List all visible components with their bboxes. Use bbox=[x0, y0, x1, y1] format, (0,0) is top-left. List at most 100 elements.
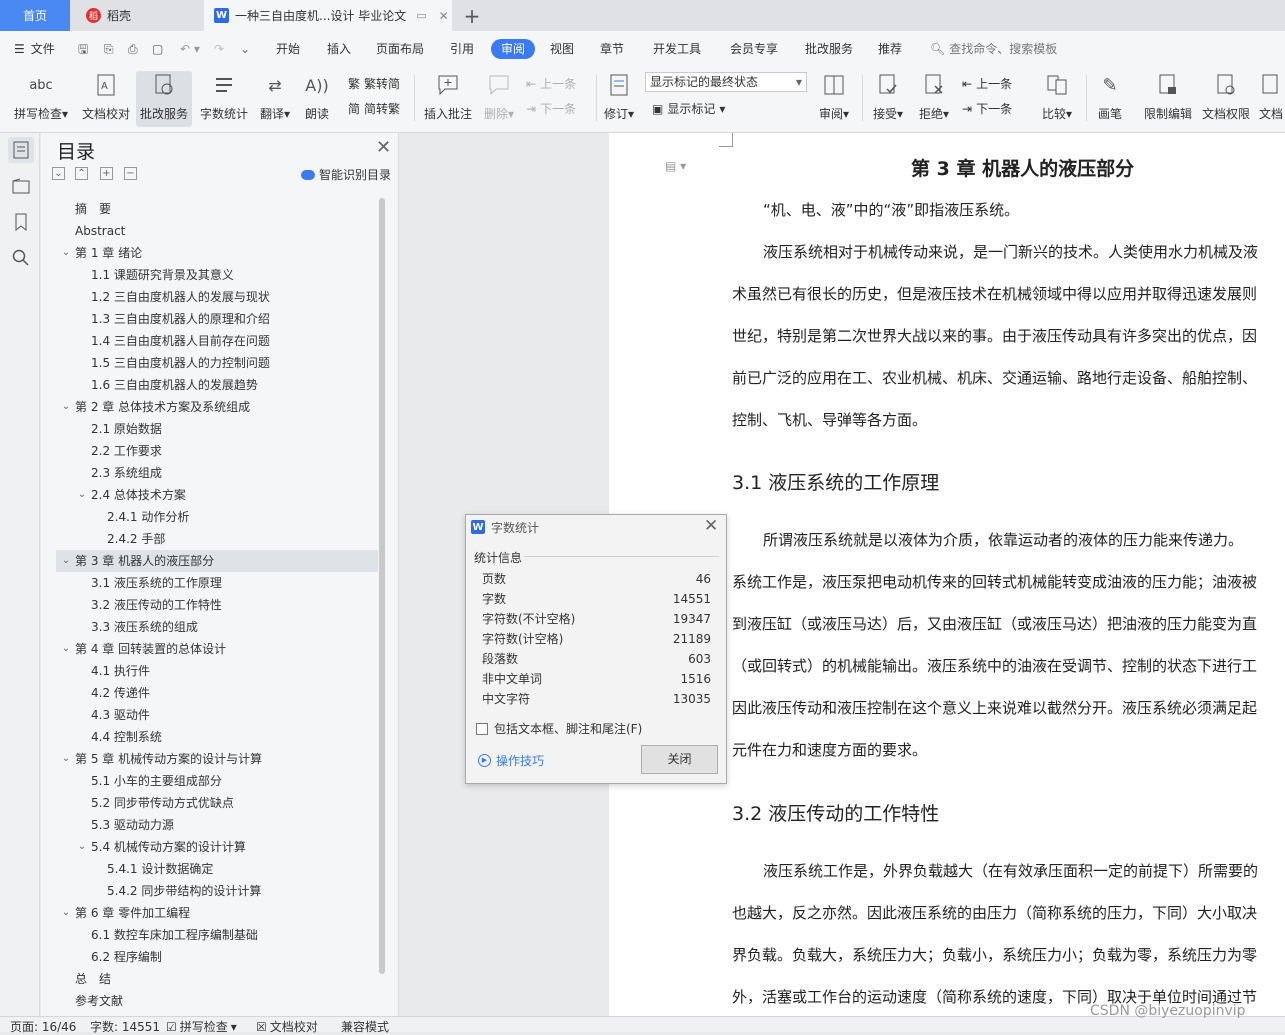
doc-more-button[interactable]: 文档 bbox=[1256, 71, 1285, 127]
add-entry-icon[interactable]: + bbox=[100, 167, 113, 180]
close-icon[interactable]: ✕ bbox=[376, 137, 391, 158]
toc-item[interactable]: ⌄ 第 1 章 绪论 bbox=[56, 242, 378, 264]
toc-scrollbar[interactable] bbox=[379, 198, 385, 974]
toc-item[interactable]: 6.1 数控车床加工程序编制基础 bbox=[56, 924, 378, 946]
doc-proof-button[interactable]: A 文档校对 bbox=[80, 71, 132, 127]
redo-icon[interactable]: ↷ bbox=[214, 39, 224, 59]
tab-daoke[interactable]: 稻稻壳 bbox=[72, 0, 200, 31]
export-pdf-icon[interactable]: ⎘ bbox=[104, 39, 114, 59]
toc-item[interactable]: 2.4.2 手部 bbox=[56, 528, 378, 550]
bookmark-icon[interactable] bbox=[8, 209, 34, 235]
toc-item[interactable]: ⌄ 第 3 章 机器人的液压部分 bbox=[56, 550, 378, 572]
chevron-down-icon[interactable]: ⌄ bbox=[60, 396, 72, 418]
toc-item[interactable]: 1.5 三自由度机器人的力控制问题 bbox=[56, 352, 378, 374]
toc-item[interactable]: 4.3 驱动件 bbox=[56, 704, 378, 726]
prev-change-button[interactable]: ⇤ 上一条 bbox=[962, 75, 1012, 92]
read-aloud-button[interactable]: A)) 朗读 bbox=[300, 71, 334, 127]
toc-item[interactable]: 4.4 控制系统 bbox=[56, 726, 378, 748]
toc-item[interactable]: 5.3 驱动动力源 bbox=[56, 814, 378, 836]
toc-item[interactable]: 2.1 原始数据 bbox=[56, 418, 378, 440]
trad-to-simp-button[interactable]: 繁繁转简 bbox=[348, 75, 400, 92]
include-textbox-checkbox[interactable]: 包括文本框、脚注和尾注(F) bbox=[476, 720, 642, 737]
toc-icon[interactable] bbox=[8, 137, 34, 163]
smart-toc-button[interactable]: 智能识别目录 bbox=[301, 166, 391, 183]
command-search[interactable]: 🔍︎ 查找命令、搜索模板 bbox=[930, 39, 1057, 59]
chevron-down-icon[interactable]: ⌄ bbox=[60, 242, 72, 264]
menu-member[interactable]: 会员专享 bbox=[730, 39, 778, 59]
translate-button[interactable]: ⇄ 翻译▾ bbox=[256, 71, 294, 127]
search-icon[interactable] bbox=[8, 245, 34, 271]
menu-start[interactable]: 开始 bbox=[276, 39, 300, 59]
remove-entry-icon[interactable]: − bbox=[124, 167, 137, 180]
tips-link[interactable]: ▶ 操作技巧 bbox=[478, 752, 544, 769]
toc-item[interactable]: 1.3 三自由度机器人的原理和介绍 bbox=[56, 308, 378, 330]
menu-insert[interactable]: 插入 bbox=[327, 39, 351, 59]
toc-item[interactable]: 1.4 三自由度机器人目前存在问题 bbox=[56, 330, 378, 352]
tab-document[interactable]: W 一种三自由度机...设计 毕业论文 ▭ ✕ bbox=[204, 0, 452, 31]
toc-item[interactable]: 3.1 液压系统的工作原理 bbox=[56, 572, 378, 594]
chevron-down-icon[interactable]: ⌄ bbox=[60, 748, 72, 770]
word-count-button[interactable]: 字数统计 bbox=[198, 71, 250, 127]
new-tab-button[interactable]: + bbox=[458, 0, 486, 31]
toc-item[interactable]: 4.1 执行件 bbox=[56, 660, 378, 682]
delete-comment-button[interactable]: 删除▾ bbox=[480, 71, 518, 127]
next-change-button[interactable]: ⇥ 下一条 bbox=[962, 100, 1012, 117]
checkbox-icon[interactable] bbox=[476, 722, 488, 735]
save-icon[interactable]: 🖫 bbox=[78, 39, 88, 59]
menu-page-layout[interactable]: 页面布局 bbox=[376, 39, 424, 59]
menu-view[interactable]: 视图 bbox=[550, 39, 574, 59]
toc-item[interactable]: 1.1 课题研究背景及其意义 bbox=[56, 264, 378, 286]
status-spell-check[interactable]: ☑ 拼写检查 ▾ bbox=[166, 1018, 237, 1035]
accept-button[interactable]: 接受▾ bbox=[868, 71, 908, 127]
menu-chapter[interactable]: 章节 bbox=[600, 39, 624, 59]
tab-close-icon[interactable]: ✕ bbox=[439, 9, 449, 23]
toc-item[interactable]: 参考文献 bbox=[56, 990, 378, 1012]
chevron-down-icon[interactable]: ⌄ bbox=[60, 638, 72, 660]
insert-comment-button[interactable]: 插入批注 bbox=[420, 71, 476, 127]
correction-service-button[interactable]: 批改服务 bbox=[136, 71, 192, 127]
simp-to-trad-button[interactable]: 简简转繁 bbox=[348, 100, 400, 117]
pen-button[interactable]: ✎ 画笔 bbox=[1092, 71, 1128, 127]
chevron-down-icon[interactable]: ⌄ bbox=[60, 902, 72, 924]
toc-item[interactable]: ⌄ 第 2 章 总体技术方案及系统组成 bbox=[56, 396, 378, 418]
next-comment-button[interactable]: ⇥ 下一条 bbox=[526, 100, 576, 117]
expand-up-icon[interactable]: ⌃ bbox=[75, 167, 88, 180]
page-indicator[interactable]: 页面: 16/46 bbox=[10, 1018, 76, 1035]
toc-item[interactable]: ⌄ 第 5 章 机械传动方案的设计与计算 bbox=[56, 748, 378, 770]
monitor-icon[interactable]: ▭ bbox=[416, 9, 426, 22]
doc-rights-button[interactable]: 文档权限 bbox=[1200, 71, 1252, 127]
toc-item[interactable]: 6.2 程序编制 bbox=[56, 946, 378, 968]
word-count-indicator[interactable]: 字数: 14551 bbox=[90, 1018, 160, 1035]
close-button[interactable]: 关闭 bbox=[641, 745, 718, 774]
chevron-down-icon[interactable]: ⌄ bbox=[76, 484, 88, 506]
menu-correction-service[interactable]: 批改服务 bbox=[805, 39, 853, 59]
menu-reference[interactable]: 引用 bbox=[450, 39, 474, 59]
toc-item[interactable]: 3.3 液压系统的组成 bbox=[56, 616, 378, 638]
menu-developer[interactable]: 开发工具 bbox=[653, 39, 701, 59]
review-pane-button[interactable]: 审阅▾ bbox=[814, 71, 854, 127]
prev-comment-button[interactable]: ⇤ 上一条 bbox=[526, 75, 576, 92]
customize-chevron-icon[interactable]: ⌄ bbox=[240, 39, 250, 59]
toc-item[interactable]: 2.3 系统组成 bbox=[56, 462, 378, 484]
chevron-down-icon[interactable]: ⌄ bbox=[76, 836, 88, 858]
toc-item[interactable]: 5.4.2 同步带结构的设计计算 bbox=[56, 880, 378, 902]
compare-button[interactable]: 比较▾ bbox=[1036, 71, 1078, 127]
status-doc-proof[interactable]: ☒ 文档校对 bbox=[256, 1018, 318, 1035]
restrict-edit-button[interactable]: 限制编辑 bbox=[1140, 71, 1196, 127]
toc-item[interactable]: ⌄ 第 6 章 零件加工编程 bbox=[56, 902, 378, 924]
revise-button[interactable]: 修订▾ bbox=[600, 71, 638, 127]
print-preview-icon[interactable]: ▢ bbox=[152, 39, 163, 59]
toc-item[interactable]: 5.4.1 设计数据确定 bbox=[56, 858, 378, 880]
toc-item[interactable]: ⌄ 2.4 总体技术方案 bbox=[56, 484, 378, 506]
toc-item[interactable]: 5.2 同步带传动方式优缺点 bbox=[56, 792, 378, 814]
toc-item[interactable]: 1.2 三自由度机器人的发展与现状 bbox=[56, 286, 378, 308]
reject-button[interactable]: 拒绝▾ bbox=[914, 71, 954, 127]
show-markup-button[interactable]: ▣ 显示标记 ▾ bbox=[652, 100, 725, 117]
print-icon[interactable]: ⎙ bbox=[128, 39, 138, 59]
tab-home[interactable]: 首页 bbox=[0, 0, 70, 31]
menu-review[interactable]: 审阅 bbox=[491, 39, 536, 59]
toc-item[interactable]: 2.2 工作要求 bbox=[56, 440, 378, 462]
collapse-all-icon[interactable]: ⌄ bbox=[52, 167, 65, 180]
toc-item[interactable]: 总 结 bbox=[56, 968, 378, 990]
chevron-down-icon[interactable]: ⌄ bbox=[60, 550, 72, 572]
